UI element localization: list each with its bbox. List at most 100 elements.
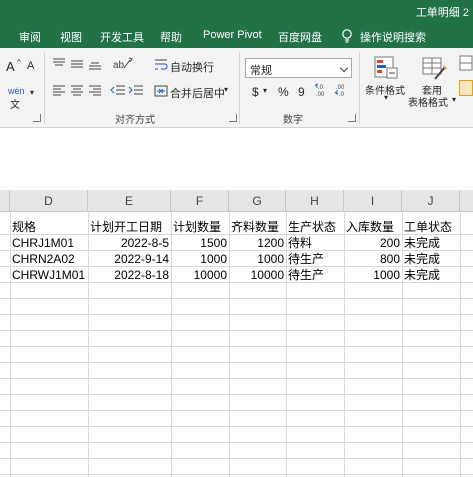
- currency-dropdown-icon[interactable]: ▾: [263, 86, 267, 95]
- table-header-cell[interactable]: 生产状态: [286, 219, 344, 235]
- align-top-icon[interactable]: [52, 58, 66, 70]
- merge-dropdown-icon[interactable]: ▾: [224, 85, 228, 94]
- ribbon-tab-bar: 审阅 视图 开发工具 帮助 Power Pivot 百度网盘 操作说明搜索: [0, 22, 473, 48]
- merge-center-icon[interactable]: [154, 84, 168, 98]
- number-group-label: 数字: [283, 115, 303, 126]
- align-left-icon[interactable]: [52, 84, 66, 96]
- alignment-dialog-launcher-icon[interactable]: [229, 114, 237, 122]
- number-dialog-launcher-icon[interactable]: [348, 114, 356, 122]
- tab-developer[interactable]: 开发工具: [100, 29, 144, 45]
- table-cell[interactable]: CHRN2A02: [10, 251, 88, 267]
- table-cell[interactable]: 1000: [344, 267, 402, 283]
- wrap-text-icon[interactable]: [154, 58, 168, 72]
- currency-button[interactable]: $: [252, 85, 259, 99]
- wrap-text-button[interactable]: 自动换行: [170, 59, 214, 75]
- align-center-icon[interactable]: [70, 84, 84, 96]
- ribbon-home: A ^ A wén 文 ▾ ab 自动换行 合并后居中 ▾ 对齐方式 常规 $ …: [0, 48, 473, 128]
- table-cell[interactable]: 未完成: [402, 251, 460, 267]
- svg-text:.0: .0: [339, 92, 345, 98]
- tab-review[interactable]: 审阅: [19, 29, 41, 45]
- column-header-f[interactable]: F: [171, 190, 229, 212]
- column-header-k-partial[interactable]: [460, 190, 473, 212]
- table-header-cell[interactable]: 入库数量: [344, 219, 402, 235]
- align-right-icon[interactable]: [88, 84, 102, 96]
- table-header-cell[interactable]: 计划数量: [171, 219, 229, 235]
- tab-baidu-netdisk[interactable]: 百度网盘: [278, 29, 322, 45]
- merge-center-button[interactable]: 合并后居中: [170, 85, 225, 101]
- table-cell[interactable]: 800: [344, 251, 402, 267]
- svg-text:.00: .00: [316, 92, 325, 98]
- table-cell[interactable]: 1000: [229, 251, 286, 267]
- table-cell[interactable]: 2022-8-18: [88, 267, 171, 283]
- tell-me-search[interactable]: 操作说明搜索: [360, 29, 426, 45]
- column-header-j[interactable]: J: [402, 190, 460, 212]
- number-format-select[interactable]: 常规: [245, 58, 352, 78]
- comma-button[interactable]: 9: [298, 85, 305, 99]
- percent-button[interactable]: %: [278, 85, 289, 99]
- group-divider: [359, 52, 360, 124]
- excel-window: 工单明细 2 审阅 视图 开发工具 帮助 Power Pivot 百度网盘 操作…: [0, 0, 473, 477]
- cell-styles-icon[interactable]: [459, 54, 473, 72]
- tab-view[interactable]: 视图: [60, 29, 82, 45]
- lightbulb-icon: [342, 29, 352, 43]
- decrease-font-size-button[interactable]: A: [27, 60, 34, 72]
- column-header-c-partial[interactable]: [0, 190, 10, 212]
- conditional-formatting-icon[interactable]: [373, 55, 399, 81]
- font-dialog-launcher-icon[interactable]: [33, 114, 41, 122]
- orientation-icon[interactable]: ab: [112, 56, 134, 72]
- tab-help[interactable]: 帮助: [160, 29, 182, 45]
- cell-style-swatch[interactable]: [459, 80, 473, 96]
- table-cell[interactable]: CHRWJ1M01: [10, 267, 88, 283]
- chevron-down-icon: [339, 63, 349, 73]
- format-as-table-button[interactable]: 表格格式: [408, 94, 448, 109]
- window-title: 工单明细 2: [415, 7, 469, 19]
- table-cell[interactable]: 未完成: [402, 235, 460, 251]
- column-header-row: D E F G H I J: [0, 190, 473, 212]
- table-header-cell[interactable]: 计划开工日期: [88, 219, 171, 235]
- table-cell[interactable]: 2022-8-5: [88, 235, 171, 251]
- group-divider: [239, 52, 240, 124]
- phonetic-dropdown-icon[interactable]: ▾: [30, 88, 34, 97]
- worksheet-grid[interactable]: 规格 计划开工日期 计划数量 齐料数量 生产状态 入库数量 工单状态 CHRJ1…: [0, 212, 473, 477]
- group-divider: [44, 52, 45, 124]
- decrease-indent-icon[interactable]: [110, 84, 126, 96]
- table-header-cell[interactable]: 规格: [10, 219, 88, 235]
- table-cell[interactable]: 1500: [171, 235, 229, 251]
- table-cell[interactable]: 待料: [286, 235, 344, 251]
- phonetic-glyph: 文: [10, 100, 20, 111]
- increase-decimal-icon[interactable]: .0 .00: [314, 82, 330, 98]
- format-as-table-icon[interactable]: [421, 55, 447, 81]
- column-header-h[interactable]: H: [286, 190, 344, 212]
- decrease-decimal-icon[interactable]: .00 .0: [334, 82, 350, 98]
- conditional-formatting-dropdown-icon[interactable]: ▾: [384, 93, 388, 102]
- increase-indent-icon[interactable]: [128, 84, 144, 96]
- tab-power-pivot[interactable]: Power Pivot: [203, 29, 262, 41]
- column-header-e[interactable]: E: [88, 190, 171, 212]
- column-header-i[interactable]: I: [344, 190, 402, 212]
- table-cell[interactable]: CHRJ1M01: [10, 235, 88, 251]
- table-cell[interactable]: 200: [344, 235, 402, 251]
- table-header-cell[interactable]: 工单状态: [402, 219, 460, 235]
- alignment-group-label: 对齐方式: [115, 115, 155, 126]
- column-header-g[interactable]: G: [229, 190, 286, 212]
- table-cell[interactable]: 未完成: [402, 267, 460, 283]
- format-as-table-dropdown-icon[interactable]: ▾: [452, 95, 456, 104]
- align-bottom-icon[interactable]: [88, 58, 102, 70]
- table-cell[interactable]: 1000: [171, 251, 229, 267]
- increase-font-size-button[interactable]: A: [6, 59, 15, 74]
- formula-area: [0, 128, 473, 190]
- table-cell[interactable]: 待生产: [286, 251, 344, 267]
- table-header-cell[interactable]: 齐料数量: [229, 219, 286, 235]
- phonetic-guide-button[interactable]: wén: [8, 86, 25, 96]
- table-cell[interactable]: 10000: [171, 267, 229, 283]
- increase-font-size-caret: ^: [17, 58, 21, 67]
- table-cell[interactable]: 2022-9-14: [88, 251, 171, 267]
- table-cell[interactable]: 待生产: [286, 267, 344, 283]
- align-middle-icon[interactable]: [70, 58, 84, 70]
- table-cell[interactable]: 1200: [229, 235, 286, 251]
- title-bar: 工单明细 2: [0, 0, 473, 22]
- table-cell[interactable]: 10000: [229, 267, 286, 283]
- svg-text:.0: .0: [318, 85, 324, 91]
- number-format-value: 常规: [250, 65, 272, 77]
- column-header-d[interactable]: D: [10, 190, 88, 212]
